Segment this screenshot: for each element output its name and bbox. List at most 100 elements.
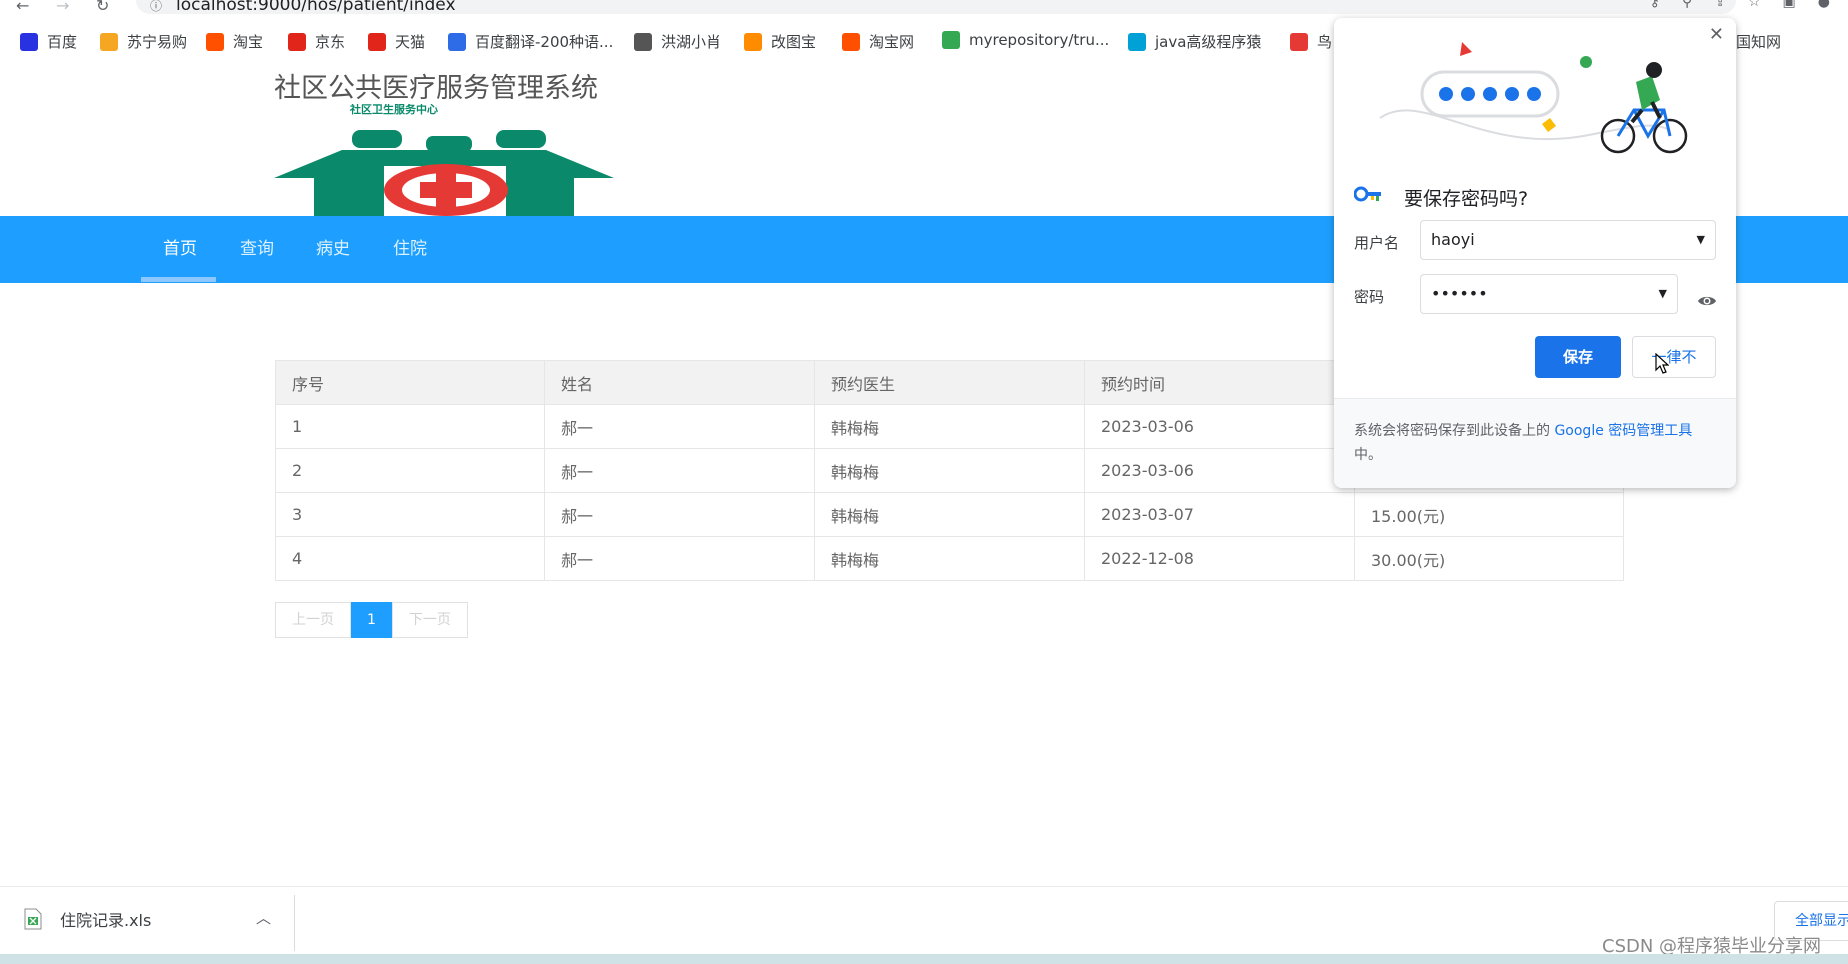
key-icon[interactable]: ⚷: [1650, 0, 1660, 10]
download-divider: [294, 895, 295, 951]
cell-index: 4: [275, 536, 545, 581]
close-icon[interactable]: ✕: [1709, 24, 1724, 45]
cell-index: 3: [275, 492, 545, 537]
show-password-eye-icon[interactable]: [1697, 294, 1717, 308]
reload-icon[interactable]: ↻: [96, 0, 109, 15]
bookmark-label: 苏宁易购: [127, 33, 188, 51]
bookmark-item[interactable]: 鸟: [1290, 31, 1332, 52]
bookmark-label: 淘宝网: [869, 33, 915, 51]
profile-icon[interactable]: ●: [1818, 0, 1830, 10]
url-text[interactable]: localhost:9000/hos/patient/index: [176, 0, 456, 15]
translate-icon: [448, 32, 466, 51]
cell-name: 郝一: [544, 536, 815, 581]
bookmark-item[interactable]: 百度: [20, 31, 77, 52]
cell-name: 郝一: [544, 448, 815, 493]
bookmark-label: 百度: [47, 33, 78, 51]
header-time: 预约时间: [1084, 360, 1355, 405]
nav-item-hospitalization[interactable]: 住院: [371, 216, 449, 283]
page-1-button[interactable]: 1: [351, 602, 392, 638]
bookmark-label: 洪湖小肖: [661, 33, 722, 51]
excel-file-icon: [24, 908, 42, 930]
footer-text: 系统会将密码保存到此设备上的 Google 密码管理工具中。: [1354, 419, 1718, 467]
cell-doctor: 韩梅梅: [814, 492, 1085, 537]
gaitubao-icon: [744, 32, 762, 51]
username-field[interactable]: haoyi ▼: [1420, 220, 1716, 260]
next-page-button[interactable]: 下一页: [391, 602, 468, 638]
footer-suffix: 中。: [1354, 447, 1382, 463]
save-button[interactable]: 保存: [1535, 336, 1621, 378]
site-info-icon[interactable]: ⓘ: [150, 0, 162, 14]
suning-icon: [100, 32, 118, 51]
back-icon[interactable]: ←: [16, 0, 29, 15]
download-item[interactable]: 住院记录.xls: [24, 907, 151, 931]
cell-index: 1: [275, 404, 545, 449]
bookmark-item[interactable]: 天猫: [368, 31, 425, 52]
table-row: 3 郝一 韩梅梅 2023-03-07 15.00(元): [275, 492, 1624, 537]
bookmark-label: 改图宝: [771, 33, 817, 51]
password-field[interactable]: •••••• ▼: [1420, 274, 1678, 314]
cell-time: 2022-12-08: [1084, 536, 1355, 581]
username-dropdown-icon[interactable]: ▼: [1697, 221, 1705, 259]
bookmark-item[interactable]: 百度翻译-200种语...: [448, 31, 613, 52]
bookmark-item[interactable]: 改图宝: [744, 31, 816, 52]
cell-fee: 15.00(元): [1354, 492, 1624, 537]
taobao-icon: [206, 32, 224, 51]
taobao-icon: [842, 32, 860, 51]
bookmark-label: 天猫: [395, 33, 426, 51]
password-label: 密码: [1354, 288, 1385, 306]
footer-prefix: 系统会将密码保存到此设备上的: [1354, 423, 1555, 439]
cell-name: 郝一: [544, 404, 815, 449]
taskbar-strip: [0, 954, 1848, 964]
nav-item-home[interactable]: 首页: [141, 216, 219, 283]
tmall-icon: [368, 32, 386, 51]
never-button[interactable]: 一律不: [1632, 336, 1716, 378]
nav-item-query[interactable]: 查询: [218, 216, 296, 283]
bookmark-item[interactable]: 淘宝: [206, 31, 263, 52]
cyclist-illustration-icon: [1379, 42, 1688, 154]
chrome-icon: [942, 31, 960, 49]
bookmark-item[interactable]: 苏宁易购: [100, 31, 187, 52]
bookmark-label: 百度翻译-200种语...: [475, 33, 614, 51]
baidu-icon: [20, 32, 38, 51]
site-logo: 社区卫生服务中心: [274, 104, 614, 216]
dialog-footer: 系统会将密码保存到此设备上的 Google 密码管理工具中。: [1334, 398, 1736, 488]
bookmark-label: myrepository/tru...: [969, 31, 1110, 49]
bookmark-item[interactable]: 京东: [288, 31, 345, 52]
extensions-icon[interactable]: ▣: [1783, 0, 1796, 10]
bookmark-item[interactable]: myrepository/tru...: [942, 31, 1109, 49]
password-value: ••••••: [1431, 284, 1488, 303]
pagination: 上一页 1 下一页: [275, 602, 468, 638]
browser-toolbar: ← → ↻ ⓘ localhost:9000/hos/patient/index…: [0, 0, 1848, 18]
nav-item-history[interactable]: 病史: [294, 216, 372, 283]
share-icon[interactable]: ⇪: [1714, 0, 1726, 10]
forward-icon[interactable]: →: [56, 0, 69, 15]
password-dropdown-icon[interactable]: ▼: [1659, 275, 1667, 313]
username-value: haoyi: [1431, 230, 1475, 249]
bookmark-item[interactable]: java高级程序猿: [1128, 31, 1261, 52]
chevron-up-icon[interactable]: ︿: [256, 907, 271, 928]
bookmark-item[interactable]: 洪湖小肖: [634, 31, 721, 52]
cell-doctor: 韩梅梅: [814, 448, 1085, 493]
bookmark-label: 鸟: [1317, 33, 1333, 51]
dialog-title: 要保存密码吗?: [1404, 188, 1529, 210]
cell-time: 2023-03-06: [1084, 448, 1355, 493]
bilibili-icon: [1128, 32, 1146, 51]
bird-icon: [634, 32, 652, 51]
nav-active-indicator: [141, 277, 216, 282]
jd-icon: [288, 32, 306, 51]
password-manager-link[interactable]: Google 密码管理工具: [1554, 423, 1692, 439]
bookmark-item[interactable]: 淘宝网: [842, 31, 914, 52]
bird-red-icon: [1290, 32, 1308, 51]
hospital-logo-icon: 社区卫生服务中心: [274, 104, 614, 216]
cell-time: 2023-03-06: [1084, 404, 1355, 449]
cell-fee: 30.00(元): [1354, 536, 1624, 581]
cell-doctor: 韩梅梅: [814, 536, 1085, 581]
star-icon[interactable]: ☆: [1748, 0, 1761, 10]
zoom-icon[interactable]: ⚲: [1682, 0, 1692, 10]
header-name: 姓名: [544, 360, 815, 405]
cell-time: 2023-03-07: [1084, 492, 1355, 537]
cell-name: 郝一: [544, 492, 815, 537]
prev-page-button[interactable]: 上一页: [275, 602, 351, 638]
header-index: 序号: [275, 360, 545, 405]
table-row: 4 郝一 韩梅梅 2022-12-08 30.00(元): [275, 536, 1624, 581]
